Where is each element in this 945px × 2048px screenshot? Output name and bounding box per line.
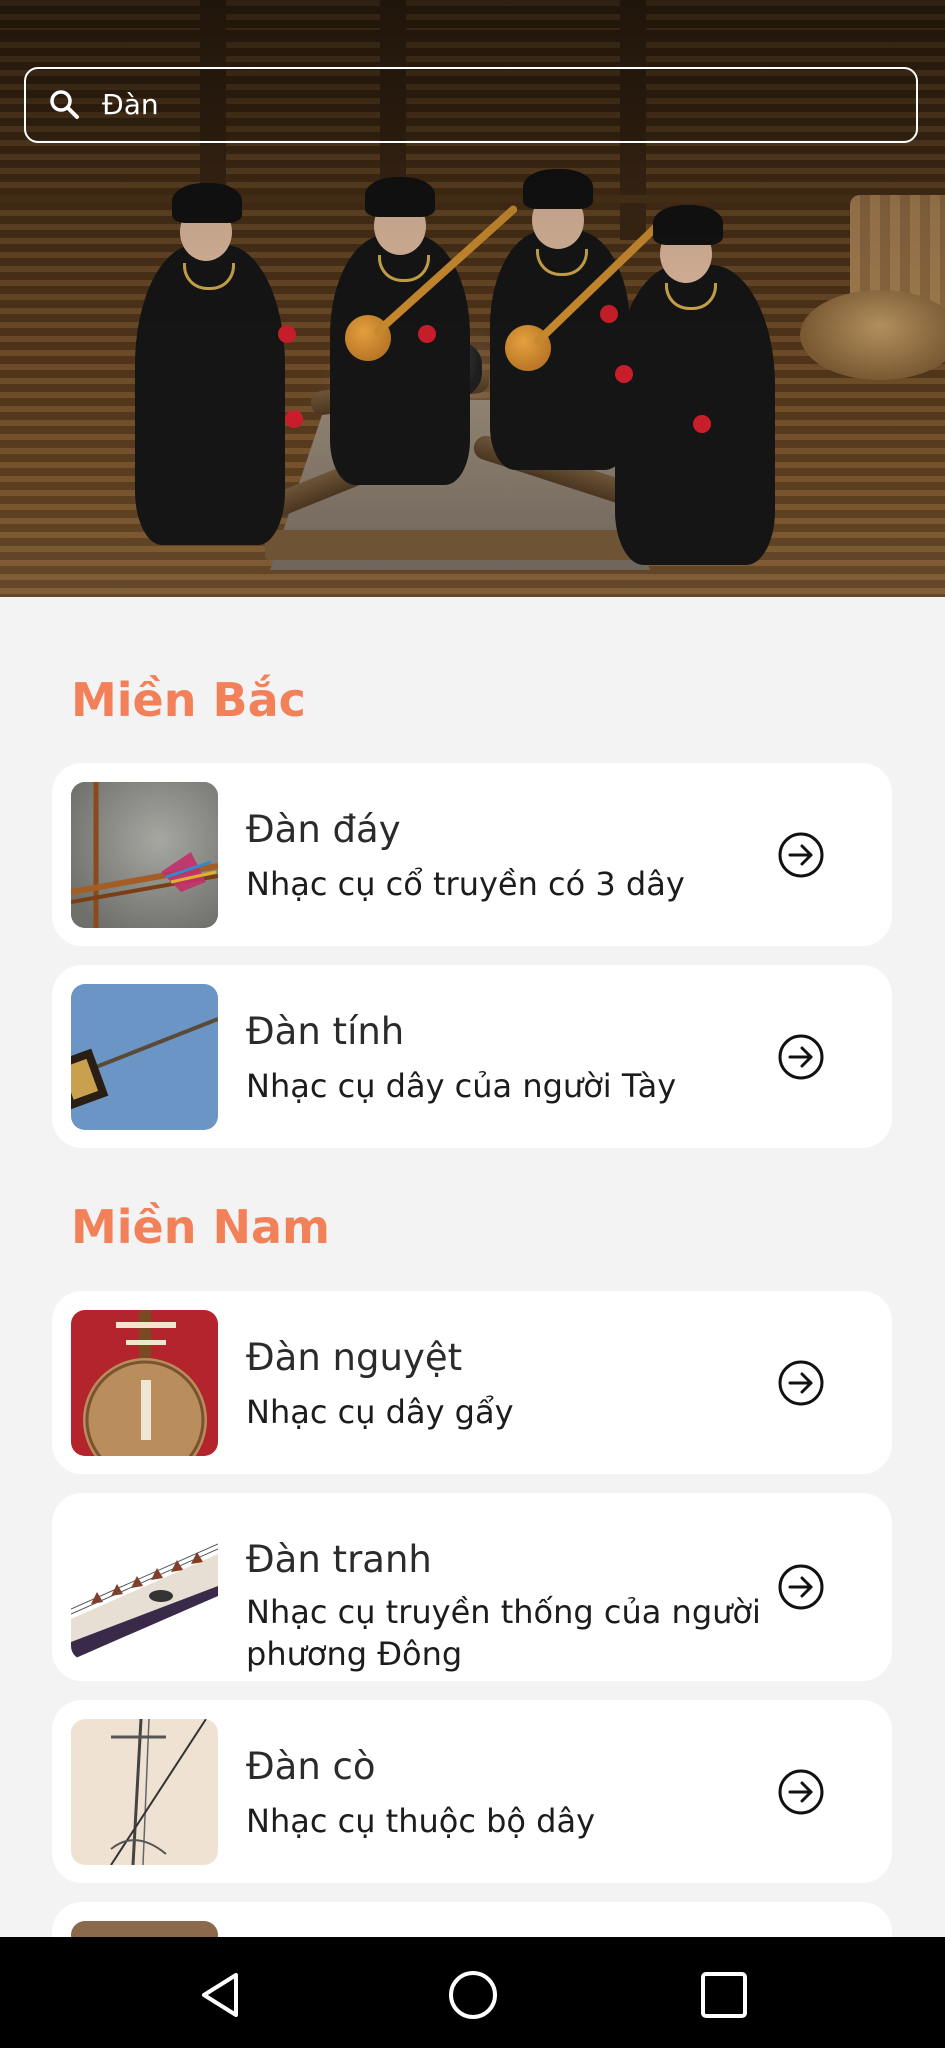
- instrument-name: Đàn tính: [246, 1010, 405, 1053]
- arrow-circle-right-icon[interactable]: [777, 1359, 825, 1407]
- instrument-name: Đàn nguyệt: [246, 1336, 463, 1379]
- recents-square-icon[interactable]: [694, 1965, 754, 2025]
- arrow-circle-right-icon[interactable]: [777, 1563, 825, 1611]
- back-triangle-icon[interactable]: [192, 1965, 252, 2025]
- instrument-description: Nhạc cụ cổ truyền có 3 dây: [246, 865, 685, 903]
- arrow-circle-right-icon[interactable]: [777, 1768, 825, 1816]
- system-navigation-bar: [0, 1937, 945, 2048]
- dan-nguyet-thumbnail: [71, 1310, 218, 1456]
- instrument-description: Nhạc cụ truyền thống của người phương Đô…: [246, 1593, 761, 1673]
- instrument-name: Đàn đáy: [246, 808, 401, 851]
- instrument-card-dan-tranh[interactable]: Đàn tranh Nhạc cụ truyền thống của người…: [52, 1493, 892, 1681]
- instrument-card-dan-tinh[interactable]: Đàn tính Nhạc cụ dây của người Tày: [52, 965, 892, 1148]
- arrow-circle-right-icon[interactable]: [777, 1033, 825, 1081]
- search-input[interactable]: Đàn: [102, 69, 159, 141]
- section-title-mien-bac: Miền Bắc: [71, 673, 306, 727]
- dan-tranh-thumbnail: [71, 1514, 218, 1660]
- instrument-name: Đàn cò: [246, 1745, 376, 1788]
- instrument-name: Đàn tranh: [246, 1538, 432, 1581]
- instrument-description: Nhạc cụ dây gẩy: [246, 1393, 514, 1431]
- dan-co-thumbnail: [71, 1719, 218, 1865]
- section-title-mien-nam: Miền Nam: [71, 1200, 330, 1254]
- dan-tinh-thumbnail: [71, 984, 218, 1130]
- instrument-description: Nhạc cụ thuộc bộ dây: [246, 1802, 596, 1840]
- home-circle-icon[interactable]: [443, 1965, 503, 2025]
- instrument-description: Nhạc cụ dây của người Tày: [246, 1067, 677, 1105]
- instrument-card-dan-day[interactable]: Đàn đáy Nhạc cụ cổ truyền có 3 dây: [52, 763, 892, 946]
- dan-day-thumbnail: [71, 782, 218, 928]
- instrument-card-dan-nguyet[interactable]: Đàn nguyệt Nhạc cụ dây gẩy: [52, 1291, 892, 1474]
- search-bar[interactable]: Đàn: [24, 67, 918, 143]
- search-icon: [50, 90, 79, 119]
- arrow-circle-right-icon[interactable]: [777, 831, 825, 879]
- instrument-card-dan-co[interactable]: Đàn cò Nhạc cụ thuộc bộ dây: [52, 1700, 892, 1883]
